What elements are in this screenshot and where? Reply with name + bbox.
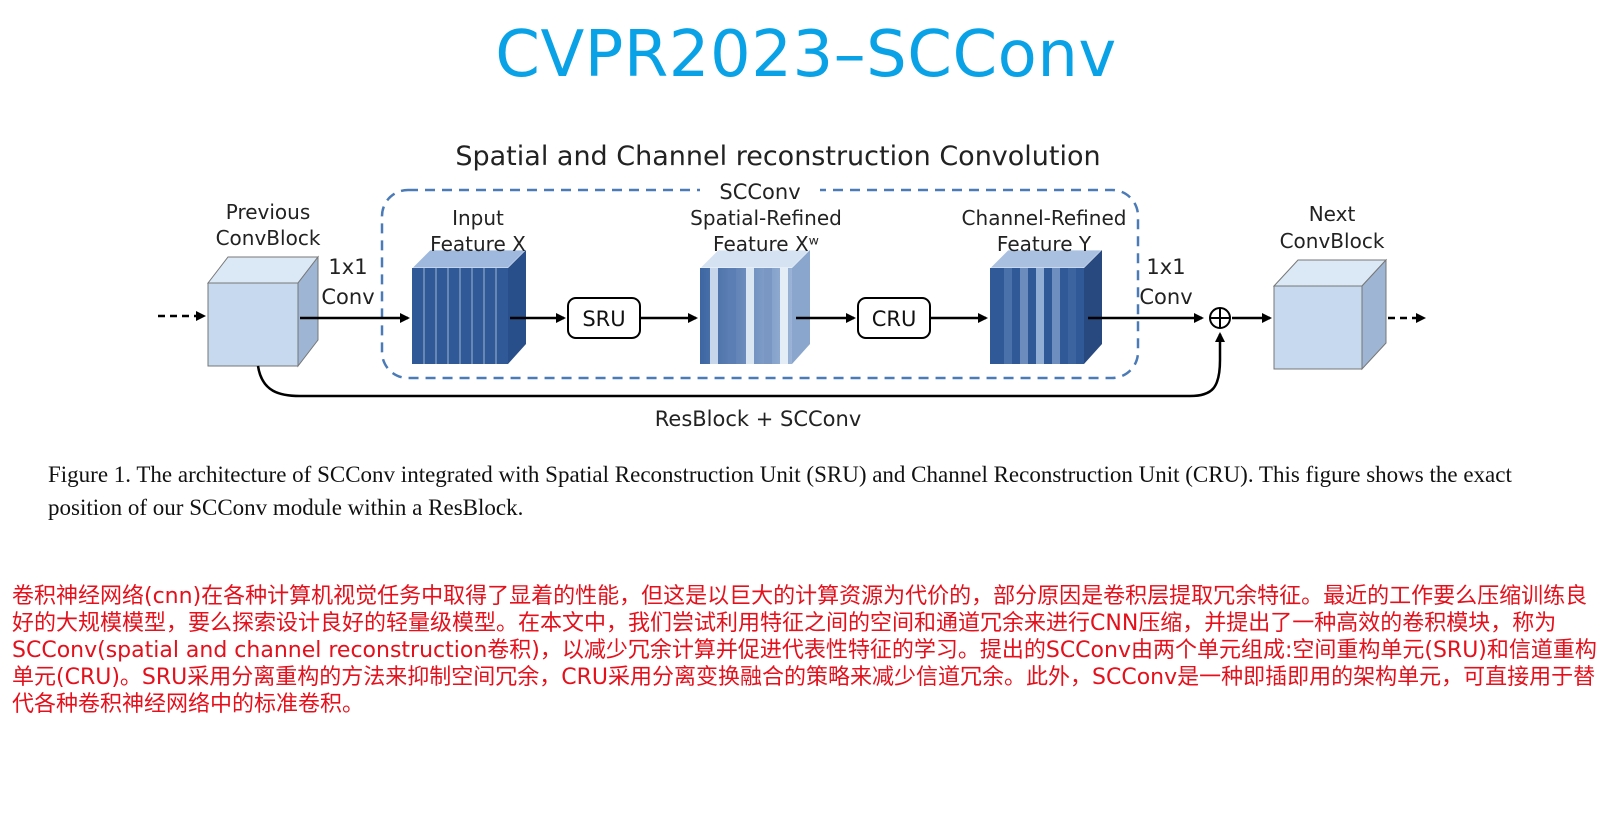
channel-refined-label-line2: Feature Y — [997, 232, 1092, 256]
resblock-label: ResBlock + SCConv — [655, 407, 862, 431]
next-convblock-label-line1: Next — [1309, 202, 1356, 226]
scconv-box-label: SCConv — [719, 180, 800, 204]
previous-convblock-cube — [206, 255, 320, 368]
conv-in-label-line2: Conv — [321, 285, 374, 309]
figure-title: Spatial and Channel reconstruction Convo… — [455, 141, 1100, 172]
scconv-architecture-diagram: Spatial and Channel reconstruction Convo… — [158, 141, 1426, 431]
cru-label: CRU — [872, 307, 917, 331]
conv-out-label-line2: Conv — [1139, 285, 1192, 309]
spatial-refined-label-line1: Spatial-Refined — [690, 206, 842, 230]
input-feature-stack — [411, 249, 527, 364]
sru-label: SRU — [582, 307, 625, 331]
spatial-refined-feature-stack — [699, 249, 811, 364]
spatial-refined-label-line2: Feature Xʷ — [713, 232, 819, 256]
figure-caption: Figure 1. The architecture of SCConv int… — [48, 462, 1512, 520]
conv-in-label-line1: 1x1 — [328, 255, 367, 279]
input-feature-label-line2: Feature X — [430, 232, 526, 256]
conv-out-label-line1: 1x1 — [1146, 255, 1185, 279]
input-feature-label-line1: Input — [452, 206, 504, 230]
channel-refined-feature-stack — [989, 249, 1103, 364]
sum-node — [1209, 307, 1231, 329]
next-convblock-cube — [1272, 258, 1388, 371]
previous-convblock-label-line2: ConvBlock — [216, 226, 321, 250]
next-convblock-label-line2: ConvBlock — [1280, 229, 1385, 253]
chinese-abstract: 卷积神经网络(cnn)在各种计算机视觉任务中取得了显着的性能，但这是以巨大的计算… — [12, 584, 1597, 717]
previous-convblock-label-line1: Previous — [226, 200, 311, 224]
channel-refined-label-line1: Channel-Refined — [962, 206, 1127, 230]
